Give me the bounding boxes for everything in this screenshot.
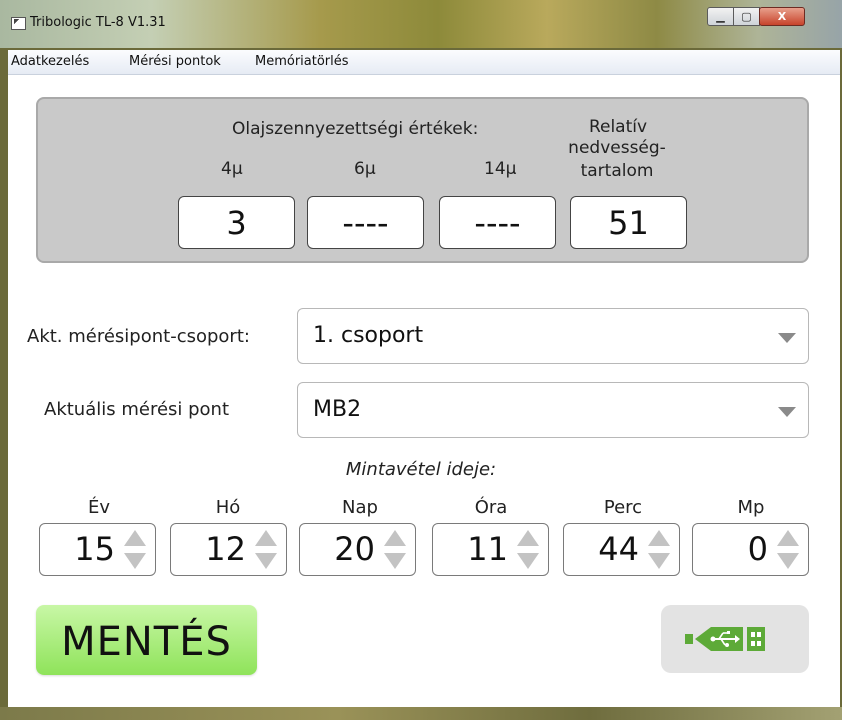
contamination-title: Olajszennyezettségi értékek: <box>232 119 479 139</box>
usb-button[interactable] <box>661 605 809 673</box>
label-month: Hó <box>215 497 241 518</box>
humidity-title-line3: tartalom <box>580 161 654 181</box>
window-title: Tribologic TL-8 V1.31 <box>30 15 166 30</box>
chevron-down-icon <box>778 407 796 417</box>
label-hour: Óra <box>474 497 508 518</box>
value-humidity: 51 <box>570 196 687 249</box>
year-value: 15 <box>74 530 115 568</box>
minute-value: 44 <box>598 530 639 568</box>
spin-down-icon[interactable] <box>777 553 799 569</box>
label-4u: 4µ <box>221 159 243 179</box>
title-bar[interactable]: Tribologic TL-8 V1.31 ▁ ▢ X <box>0 0 842 48</box>
save-button-label: MENTÉS <box>61 619 232 665</box>
second-value: 0 <box>747 530 768 568</box>
day-value: 20 <box>334 530 375 568</box>
usb-icon <box>685 627 765 651</box>
menu-item-adatkezeles[interactable]: Adatkezelés <box>11 54 89 69</box>
year-spinner[interactable]: 15 <box>39 523 156 576</box>
label-year: Év <box>87 497 111 518</box>
minimize-button[interactable]: ▁ <box>707 7 734 26</box>
value-4u: 3 <box>178 196 295 249</box>
label-day: Nap <box>342 497 378 518</box>
maximize-button[interactable]: ▢ <box>733 7 760 26</box>
spin-down-icon[interactable] <box>517 553 539 569</box>
spin-down-icon[interactable] <box>384 553 406 569</box>
month-value: 12 <box>205 530 246 568</box>
second-spinner[interactable]: 0 <box>692 523 809 576</box>
app-window: Tribologic TL-8 V1.31 ▁ ▢ X Adatkezelés … <box>0 0 842 720</box>
spin-down-icon[interactable] <box>255 553 277 569</box>
label-14u: 14µ <box>484 159 517 179</box>
spin-up-icon[interactable] <box>255 530 277 546</box>
month-spinner[interactable]: 12 <box>170 523 287 576</box>
spin-up-icon[interactable] <box>384 530 406 546</box>
hour-spinner[interactable]: 11 <box>432 523 549 576</box>
point-select-value: MB2 <box>313 397 362 422</box>
menu-item-memoriatorles[interactable]: Memóriatörlés <box>255 54 349 69</box>
value-6u: ---- <box>307 196 424 249</box>
group-label: Akt. mérésipont-csoport: <box>27 326 250 347</box>
sampling-caption: Mintavétel ideje: <box>345 459 497 480</box>
label-second: Mp <box>737 497 765 518</box>
spin-up-icon[interactable] <box>777 530 799 546</box>
label-6u: 6µ <box>354 159 376 179</box>
menu-bar: Adatkezelés Mérési pontok Memóriatörlés <box>8 50 840 75</box>
save-button[interactable]: MENTÉS <box>36 605 257 675</box>
point-label: Aktuális mérési pont <box>44 399 230 420</box>
spin-up-icon[interactable] <box>517 530 539 546</box>
window-frame-bottom <box>0 707 842 720</box>
spin-down-icon[interactable] <box>124 553 146 569</box>
menu-item-meresi-pontok[interactable]: Mérési pontok <box>129 54 221 69</box>
spin-up-icon[interactable] <box>124 530 146 546</box>
app-icon <box>11 17 26 30</box>
group-select-value: 1. csoport <box>313 323 424 348</box>
point-select[interactable]: MB2 <box>297 382 809 438</box>
spin-down-icon[interactable] <box>648 553 670 569</box>
label-minute: Perc <box>603 497 643 518</box>
spin-up-icon[interactable] <box>648 530 670 546</box>
day-spinner[interactable]: 20 <box>299 523 416 576</box>
value-14u: ---- <box>439 196 556 249</box>
minute-spinner[interactable]: 44 <box>563 523 680 576</box>
chevron-down-icon <box>778 333 796 343</box>
close-button[interactable]: X <box>759 7 805 26</box>
hour-value: 11 <box>467 530 508 568</box>
humidity-title-line1: Relatív <box>588 117 648 137</box>
humidity-title-line2: nedvesség- <box>568 138 666 158</box>
group-select[interactable]: 1. csoport <box>297 308 809 364</box>
